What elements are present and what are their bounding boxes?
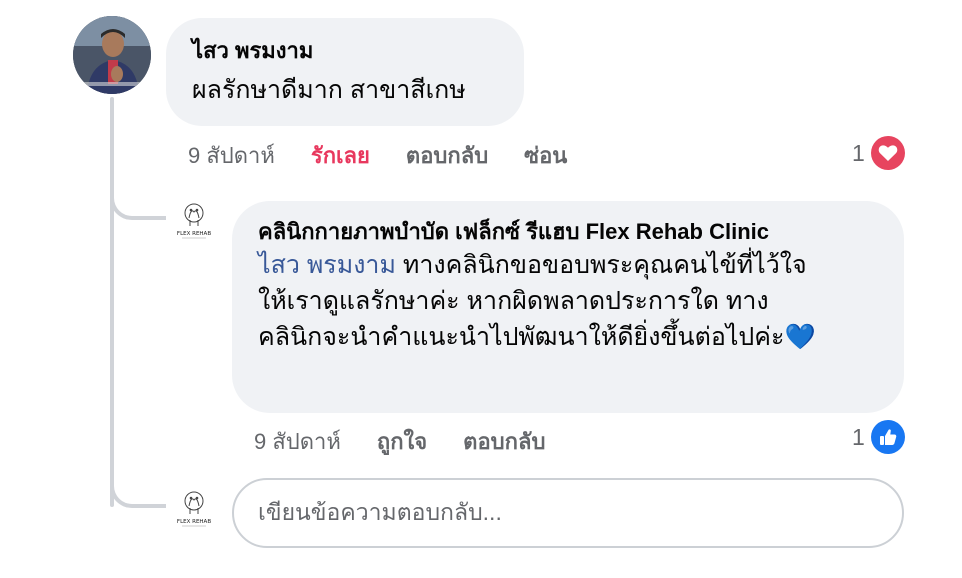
reaction-summary[interactable]: 1 <box>852 420 905 454</box>
reply-button[interactable]: ตอบกลับ <box>463 424 545 459</box>
thread-connector-curve <box>110 460 166 508</box>
hide-button[interactable]: ซ่อน <box>524 138 567 173</box>
reply-text-line2: ให้เราดูแลรักษาค่ะ หากผิดพลาดประการใด ทา… <box>258 287 769 315</box>
reply-input[interactable]: เขียนข้อความตอบกลับ... <box>232 478 904 548</box>
blue-heart-icon: 💙 <box>784 323 816 351</box>
flex-rehab-logo-icon: FLEX REHAB <box>177 491 211 527</box>
mention-link[interactable]: ไสว พรมงาม <box>258 251 396 279</box>
reply-button[interactable]: ตอบกลับ <box>406 138 488 173</box>
comment-author-name[interactable]: ไสว พรมงาม <box>192 36 498 66</box>
thread-connector-curve <box>110 174 166 220</box>
like-button[interactable]: ถูกใจ <box>377 424 427 459</box>
comment-actions: 9 สัปดาห์ รักเลย ตอบกลับ ซ่อน <box>188 138 603 173</box>
reaction-summary[interactable]: 1 <box>852 136 905 170</box>
thumbs-up-icon <box>870 420 905 454</box>
reply-timestamp[interactable]: 9 สัปดาห์ <box>254 424 341 459</box>
reply-author-name[interactable]: คลินิกกายภาพบำบัด เฟล็กซ์ รีแฮบ Flex Reh… <box>258 217 878 247</box>
love-heart-icon <box>870 136 905 170</box>
comment-bubble: ไสว พรมงาม ผลรักษาดีมาก สาขาสีเกษ <box>166 18 524 126</box>
reaction-count: 1 <box>852 139 865 166</box>
reply-text-line1: ทางคลินิกขอขอบพระคุณคนไข้ที่ไว้ใจ <box>395 251 807 279</box>
person-photo-icon <box>73 16 151 94</box>
commenter-avatar[interactable] <box>73 16 151 94</box>
logo-wordmark: FLEX REHAB <box>177 519 211 525</box>
comment-thread: ไสว พรมงาม ผลรักษาดีมาก สาขาสีเกษ 9 สัปด… <box>0 0 962 578</box>
logo-wordmark: FLEX REHAB <box>177 231 211 237</box>
reply-actions: 9 สัปดาห์ ถูกใจ ตอบกลับ <box>254 424 581 459</box>
reply-text: ไสว พรมงาม ทางคลินิกขอขอบพระคุณคนไข้ที่ไ… <box>258 247 878 355</box>
flex-rehab-logo-icon: FLEX REHAB <box>177 203 211 239</box>
current-user-avatar: FLEX REHAB <box>170 486 218 534</box>
reply-bubble: คลินิกกายภาพบำบัด เฟล็กซ์ รีแฮบ Flex Reh… <box>232 201 904 413</box>
love-button[interactable]: รักเลย <box>311 138 370 173</box>
reaction-count: 1 <box>852 423 865 450</box>
reply-input-placeholder: เขียนข้อความตอบกลับ... <box>258 499 502 525</box>
comment-text: ผลรักษาดีมาก สาขาสีเกษ <box>192 76 466 104</box>
comment-timestamp[interactable]: 9 สัปดาห์ <box>188 138 275 173</box>
reply-text-line3: คลินิกจะนำคำแนะนำไปพัฒนาให้ดียิ่งขึ้นต่อ… <box>258 323 785 351</box>
thread-connector-line <box>110 97 114 507</box>
clinic-avatar[interactable]: FLEX REHAB <box>170 198 218 246</box>
